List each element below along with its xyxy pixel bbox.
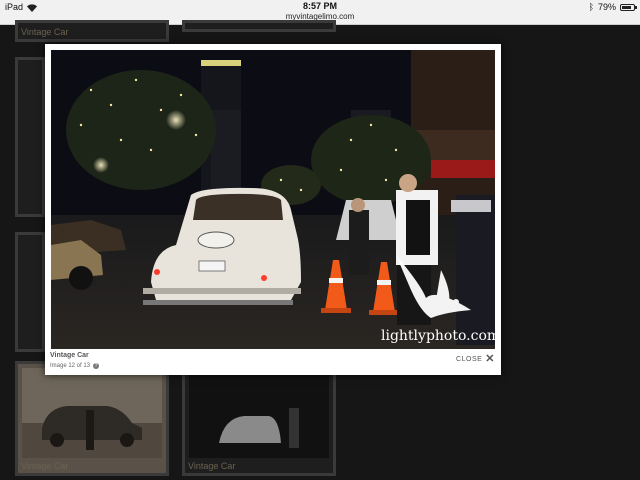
counter-text: Image 12 of 13	[50, 363, 91, 369]
info-icon[interactable]: ?	[93, 363, 100, 369]
background-thumbnail[interactable]	[182, 20, 336, 32]
lightbox-modal: lightlyphoto.com Vintage Car Image 12 of…	[45, 44, 501, 375]
close-label: CLOSE	[456, 355, 483, 363]
battery-percent: 79%	[597, 2, 616, 12]
close-icon: ✕	[485, 353, 495, 365]
close-button[interactable]: CLOSE ✕	[456, 353, 495, 365]
watermark-text: lightlyphoto.com	[381, 328, 495, 344]
lightbox-photo[interactable]: lightlyphoto.com	[51, 50, 495, 349]
vintage-car-night-photo: lightlyphoto.com	[51, 50, 495, 349]
background-thumbnail[interactable]	[15, 232, 45, 352]
background-thumbnail[interactable]: Vintage Car	[182, 361, 336, 476]
thumbnail-image	[22, 368, 162, 458]
photo-title: Vintage Car	[50, 352, 89, 359]
photo-counter: Image 12 of 13 ?	[50, 363, 100, 369]
background-thumbnail[interactable]: Vintage Car	[15, 361, 169, 476]
status-right: ᛒ 79%	[588, 2, 637, 12]
thumbnail-caption: Vintage Car	[188, 461, 236, 471]
background-thumbnail[interactable]	[15, 57, 45, 217]
background-thumbnail[interactable]: Vintage Car	[15, 20, 169, 42]
thumbnail-image	[189, 368, 329, 458]
bluetooth-icon: ᛒ	[588, 2, 594, 12]
clock: 8:57 PM	[302, 1, 337, 11]
thumbnail-caption: Vintage Car	[21, 27, 69, 37]
battery-icon	[620, 3, 637, 11]
thumbnail-caption: Vintage Car	[21, 461, 69, 471]
